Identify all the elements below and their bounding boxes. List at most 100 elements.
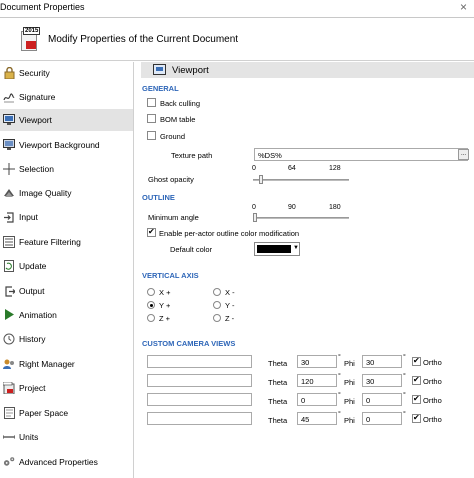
input-icon xyxy=(3,210,15,223)
camera-view-theta-input[interactable]: 120 xyxy=(297,374,337,387)
bom-table-checkbox[interactable] xyxy=(147,114,156,123)
panel-header: Viewport xyxy=(141,62,474,78)
per-actor-outline-checkbox[interactable] xyxy=(147,227,156,237)
camera-view-phi-input[interactable]: 0 xyxy=(362,393,402,406)
sidebar-item-label: Input xyxy=(19,212,38,222)
ground-checkbox[interactable] xyxy=(147,131,156,140)
project-icon xyxy=(3,381,15,394)
axis-y-plus-label: Y + xyxy=(159,301,171,310)
sidebar-item-label: Advanced Properties xyxy=(19,457,98,467)
camera-view-phi-input[interactable]: 30 xyxy=(362,374,402,387)
viewport-background-icon xyxy=(3,138,15,151)
axis-z-plus-radio[interactable] xyxy=(147,314,155,322)
sidebar-item-security[interactable]: Security xyxy=(0,62,133,84)
camera-view-name-input[interactable] xyxy=(147,412,252,425)
sidebar-item-animation[interactable]: Animation xyxy=(0,304,133,326)
sidebar-item-history[interactable]: History xyxy=(0,328,133,350)
camera-view-ortho-checkbox[interactable] xyxy=(412,375,421,385)
crosshair-icon xyxy=(3,162,15,175)
filter-icon xyxy=(3,235,15,248)
axis-z-minus-radio[interactable] xyxy=(213,314,221,322)
camera-view-theta-input[interactable]: 0 xyxy=(297,393,337,406)
axis-x-plus-label: X + xyxy=(159,288,171,297)
phi-label: Phi xyxy=(344,416,355,425)
axis-y-minus-radio[interactable] xyxy=(213,301,221,309)
ground-label: Ground xyxy=(160,132,186,141)
axis-y-minus-label: Y - xyxy=(225,301,235,310)
sidebar-item-label: History xyxy=(19,334,46,344)
icon-year-label: 2015 xyxy=(23,27,41,35)
sidebar-item-image-quality[interactable]: Image Quality xyxy=(0,182,133,204)
sidebar-item-project[interactable]: Project xyxy=(0,377,133,399)
phi-label: Phi xyxy=(344,378,355,387)
axis-x-minus-label: X - xyxy=(225,288,235,297)
section-title-outline: OUTLINE xyxy=(142,193,175,202)
sidebar-item-advanced-properties[interactable]: Advanced Properties xyxy=(0,451,133,473)
viewport-panel: Viewport GENERAL Back culling BOM table … xyxy=(138,62,474,478)
section-title-vertical-axis: VERTICAL AXIS xyxy=(142,271,199,280)
ghost-opacity-label: Ghost opacity xyxy=(148,175,194,184)
sidebar-item-label: Project xyxy=(19,383,46,393)
ghost-opacity-max: 128 xyxy=(329,165,341,172)
ghost-opacity-slider[interactable] xyxy=(253,179,349,181)
camera-view-name-input[interactable] xyxy=(147,374,252,387)
ghost-opacity-mid: 64 xyxy=(288,165,296,172)
minimum-angle-slider[interactable] xyxy=(253,217,349,219)
sidebar-item-label: Update xyxy=(19,261,47,271)
sidebar-item-units[interactable]: Units xyxy=(0,426,133,448)
sidebar-item-input[interactable]: Input xyxy=(0,206,133,228)
degree-symbol: ° xyxy=(403,354,406,361)
degree-symbol: ° xyxy=(338,373,341,380)
minimum-angle-min: 0 xyxy=(252,204,256,211)
camera-view-theta-input[interactable]: 45 xyxy=(297,412,337,425)
sidebar-item-selection[interactable]: Selection xyxy=(0,158,133,180)
ortho-label: Ortho xyxy=(423,358,442,367)
bom-table-label: BOM table xyxy=(160,115,196,124)
camera-view-phi-input[interactable]: 30 xyxy=(362,355,402,368)
sidebar: Security Signature Viewport Viewport Bac… xyxy=(0,62,134,478)
degree-symbol: ° xyxy=(403,392,406,399)
sidebar-item-viewport-background[interactable]: Viewport Background xyxy=(0,134,133,156)
camera-view-ortho-checkbox[interactable] xyxy=(412,413,421,423)
minimum-angle-label: Minimum angle xyxy=(148,213,199,222)
axis-x-plus-radio[interactable] xyxy=(147,288,155,296)
viewport-icon xyxy=(153,64,166,75)
default-color-picker[interactable]: ▼ xyxy=(254,242,300,256)
camera-view-theta-input[interactable]: 30 xyxy=(297,355,337,368)
document-properties-icon: 2015 xyxy=(20,27,41,51)
camera-view-ortho-checkbox[interactable] xyxy=(412,356,421,366)
texture-path-browse-button[interactable]: ... xyxy=(458,149,469,160)
back-culling-checkbox[interactable] xyxy=(147,98,156,107)
sidebar-item-output[interactable]: Output xyxy=(0,280,133,302)
camera-view-ortho-checkbox[interactable] xyxy=(412,394,421,404)
sidebar-item-update[interactable]: Update xyxy=(0,255,133,277)
sidebar-item-signature[interactable]: Signature xyxy=(0,86,133,108)
sidebar-item-feature-filtering[interactable]: Feature Filtering xyxy=(0,231,133,253)
camera-view-phi-input[interactable]: 0 xyxy=(362,412,402,425)
panel-title: Viewport xyxy=(172,65,209,76)
ghost-opacity-slider-thumb[interactable] xyxy=(259,175,263,184)
axis-x-minus-radio[interactable] xyxy=(213,288,221,296)
camera-view-name-input[interactable] xyxy=(147,393,252,406)
camera-view-name-input[interactable] xyxy=(147,355,252,368)
texture-path-input[interactable]: %DS% xyxy=(254,148,468,161)
theta-label: Theta xyxy=(268,359,288,368)
sidebar-item-label: Selection xyxy=(19,164,54,174)
minimum-angle-slider-thumb[interactable] xyxy=(253,213,257,222)
texture-path-label: Texture path xyxy=(171,151,213,160)
dialog-heading: Modify Properties of the Current Documen… xyxy=(48,34,239,45)
sidebar-item-label: Viewport xyxy=(19,115,52,125)
gears-icon xyxy=(3,455,15,468)
sidebar-item-right-manager[interactable]: Right Manager xyxy=(0,353,133,375)
theta-label: Theta xyxy=(268,378,288,387)
sidebar-item-paper-space[interactable]: Paper Space xyxy=(0,402,133,424)
minimum-angle-max: 180 xyxy=(329,204,341,211)
minimum-angle-mid: 90 xyxy=(288,204,296,211)
theta-label: Theta xyxy=(268,416,288,425)
history-icon xyxy=(3,332,15,345)
phi-label: Phi xyxy=(344,359,355,368)
axis-y-plus-radio[interactable] xyxy=(147,301,155,309)
sidebar-item-label: Output xyxy=(19,286,45,296)
sidebar-item-viewport[interactable]: Viewport xyxy=(0,109,133,131)
close-icon[interactable]: × xyxy=(460,0,467,14)
